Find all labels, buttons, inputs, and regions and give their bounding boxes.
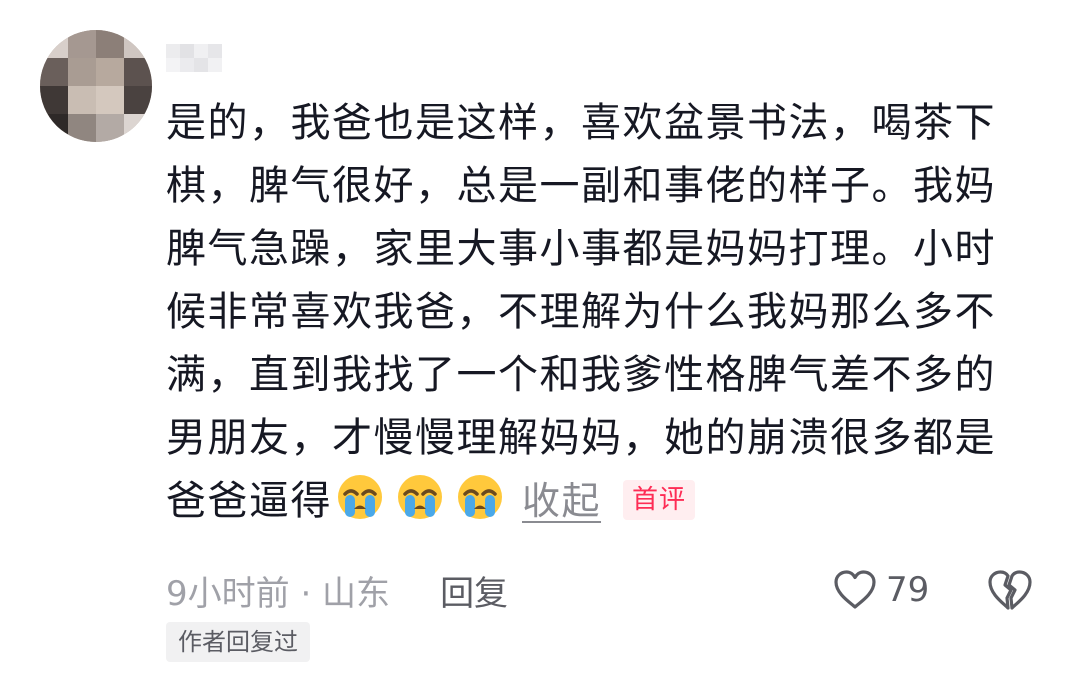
comment-line: 棋，脾气很好，总是一副和事佬的样子。我妈 (166, 163, 996, 209)
time-location: 9小时前 · 山东 (166, 573, 391, 614)
author-replied-tag[interactable]: 作者回复过 (166, 622, 310, 662)
avatar-image (40, 30, 152, 142)
comment-line: 脾气急躁，家里大事小事都是妈妈打理。小时 (166, 226, 996, 272)
comment-line: 满，直到我找了一个和我爹性格脾气差不多的 (166, 352, 996, 398)
comment-line: 候非常喜欢我爸，不理解为什么我妈那么多不 (166, 289, 996, 335)
first-comment-badge: 首评 (623, 480, 696, 520)
crying-face-icon (456, 473, 504, 521)
avatar[interactable] (40, 30, 152, 142)
crying-face-icon (396, 473, 444, 521)
comment-last-line: 爸爸逼得 收起 首评 (166, 470, 1016, 533)
reply-button[interactable]: 回复 (440, 566, 508, 615)
comment-line: 爸爸逼得 (166, 478, 332, 524)
heart-outline-icon (834, 570, 876, 609)
like-button[interactable]: 79 (832, 566, 929, 614)
like-count: 79 (886, 570, 930, 610)
broken-heart-icon (988, 570, 1032, 610)
comment-meta: 9小时前 · 山东 回复 (166, 566, 508, 614)
comment-line: 是的，我爸也是这样，喜欢盆景书法，喝茶下 (166, 100, 996, 146)
comment-line: 男朋友，才慢慢理解妈妈，她的崩溃很多都是 (166, 415, 996, 461)
collapse-link[interactable]: 收起 (522, 479, 601, 523)
username-redacted[interactable] (166, 40, 236, 76)
comment-text: 是的，我爸也是这样，喜欢盆景书法，喝茶下 棋，脾气很好，总是一副和事佬的样子。我… (166, 92, 1016, 533)
crying-face-icon (336, 473, 384, 521)
dislike-button[interactable] (986, 566, 1034, 614)
